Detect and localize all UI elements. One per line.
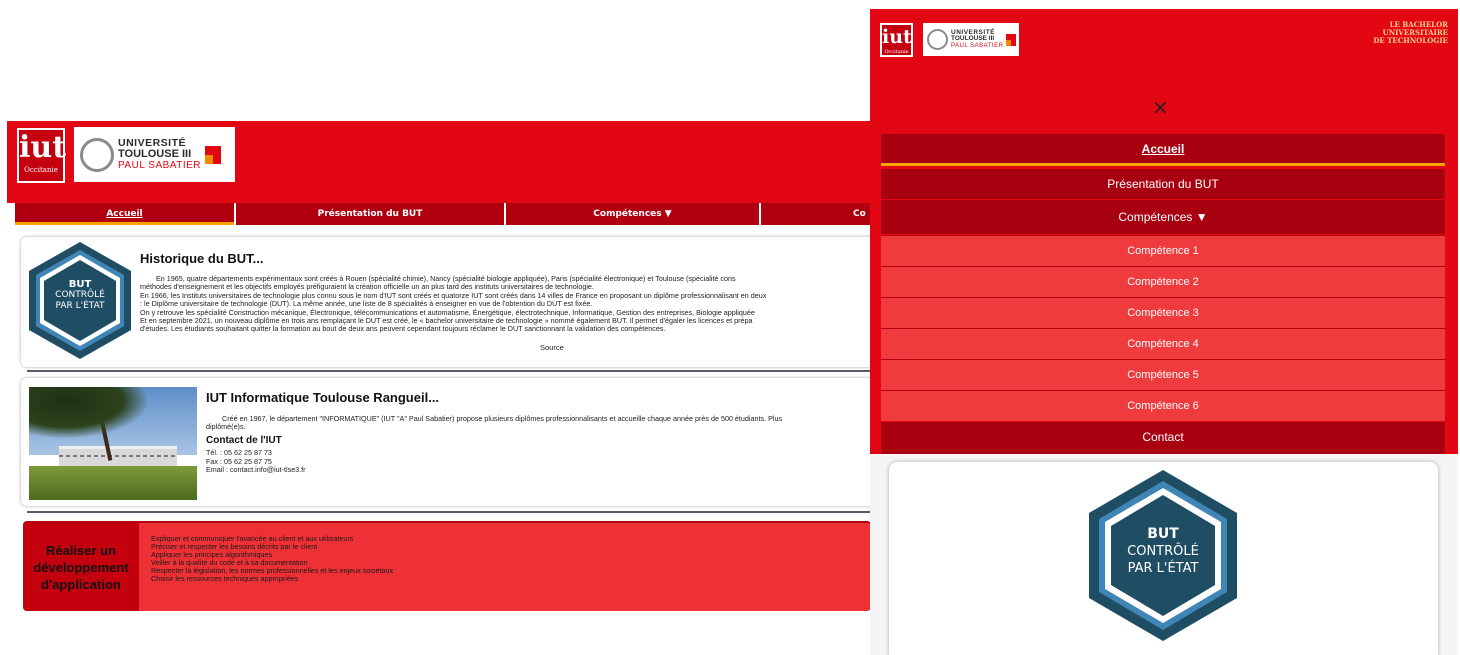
menu-item-competences[interactable]: Compétences ▼ bbox=[881, 200, 1445, 234]
iut-title: IUT Informatique Toulouse Rangueil... bbox=[206, 390, 440, 405]
menu-item-accueil[interactable]: Accueil bbox=[881, 134, 1445, 166]
submenu-competence-2[interactable]: Compétence 2 bbox=[881, 266, 1445, 297]
submenu-competence-6[interactable]: Compétence 6 bbox=[881, 390, 1445, 421]
competence-card: Réaliser un développement d'application … bbox=[23, 521, 871, 611]
menu-item-contact[interactable]: Contact bbox=[881, 422, 1445, 454]
bachelor-logo: LE BACHELOR UNIVERSITAIRE DE TECHNOLOGIE bbox=[1373, 20, 1448, 45]
badge-line2: CONTRÔLÉ bbox=[1127, 544, 1199, 559]
but-badge-icon: BUT CONTRÔLÉ PAR L'ÉTAT bbox=[25, 240, 135, 361]
mobile-header: iut Occitanie UNIVERSITÉ TOULOUSE III PA… bbox=[870, 9, 1458, 454]
iut-logo[interactable]: iut Occitanie bbox=[17, 128, 66, 183]
badge-line1: BUT bbox=[1147, 526, 1179, 542]
badge-line2: CONTRÔLÉ bbox=[55, 290, 105, 300]
ut3-logo[interactable]: UNIVERSITÉ TOULOUSE III PAUL SABATIER bbox=[74, 127, 235, 182]
iut-text: Créé en 1967, le département "INFORMATIQ… bbox=[206, 414, 783, 432]
mobile-badge-card: BUT CONTRÔLÉ PAR L'ÉTAT bbox=[889, 462, 1438, 655]
history-card: BUT CONTRÔLÉ PAR L'ÉTAT Historique du BU… bbox=[21, 237, 871, 367]
competence-item: Choisir les ressources techniques approp… bbox=[151, 573, 299, 583]
campus-photo bbox=[29, 387, 197, 500]
submenu-competence-3[interactable]: Compétence 3 bbox=[881, 297, 1445, 328]
iut-logo[interactable]: iut Occitanie bbox=[880, 23, 913, 57]
history-title: Historique du BUT... bbox=[140, 251, 264, 266]
contact-lines: Tél. : 05 62 25 87 73 Fax : 05 62 25 87 … bbox=[206, 448, 306, 475]
ut3-emblem-icon bbox=[927, 29, 948, 50]
competence-label[interactable]: Réaliser un développement d'application bbox=[23, 523, 139, 611]
iut-card: IUT Informatique Toulouse Rangueil... Cr… bbox=[21, 378, 871, 506]
nav-accueil[interactable]: Accueil bbox=[15, 203, 234, 225]
desktop-view: iut Occitanie UNIVERSITÉ TOULOUSE III PA… bbox=[7, 121, 871, 611]
nav-competences[interactable]: Compétences ▼ bbox=[506, 203, 759, 225]
badge-line1: BUT bbox=[68, 279, 92, 290]
nav-presentation[interactable]: Présentation du BUT bbox=[236, 203, 504, 225]
ut3-logo[interactable]: UNIVERSITÉ TOULOUSE III PAUL SABATIER bbox=[923, 23, 1019, 56]
section-divider-2 bbox=[27, 511, 871, 513]
mobile-view: iut Occitanie UNIVERSITÉ TOULOUSE III PA… bbox=[870, 9, 1458, 655]
badge-line3: PAR L'ÉTAT bbox=[55, 301, 105, 311]
ut3-flag-icon bbox=[1006, 33, 1017, 46]
site-header: iut Occitanie UNIVERSITÉ TOULOUSE III PA… bbox=[7, 121, 871, 203]
menu-item-presentation[interactable]: Présentation du BUT bbox=[881, 169, 1445, 199]
source-link[interactable]: Source bbox=[540, 343, 564, 352]
competence-list: Expliquer et communiquer l'avancée au cl… bbox=[151, 535, 393, 582]
history-text: En 1965, quatre départements expérimenta… bbox=[140, 274, 767, 334]
composite-screenshot: iut Occitanie UNIVERSITÉ TOULOUSE III PA… bbox=[0, 0, 1460, 655]
but-badge-icon: BUT CONTRÔLÉ PAR L'ÉTAT bbox=[1086, 468, 1240, 643]
ut3-emblem-icon bbox=[80, 137, 114, 172]
main-nav: Accueil Présentation du BUT Compétences … bbox=[7, 203, 871, 227]
contact-title: Contact de l'IUT bbox=[206, 435, 282, 446]
submenu-competence-5[interactable]: Compétence 5 bbox=[881, 359, 1445, 390]
badge-line3: PAR L'ÉTAT bbox=[1127, 561, 1199, 576]
contact-email[interactable]: Email : contact.info@iut-tlse3.fr bbox=[206, 466, 306, 475]
section-divider bbox=[27, 370, 871, 372]
nav-contact[interactable]: Co bbox=[761, 203, 871, 225]
submenu-competence-1[interactable]: Compétence 1 bbox=[881, 235, 1445, 266]
ut3-flag-icon bbox=[205, 145, 222, 164]
submenu-competence-4[interactable]: Compétence 4 bbox=[881, 328, 1445, 359]
close-icon[interactable]: × bbox=[1152, 97, 1169, 117]
